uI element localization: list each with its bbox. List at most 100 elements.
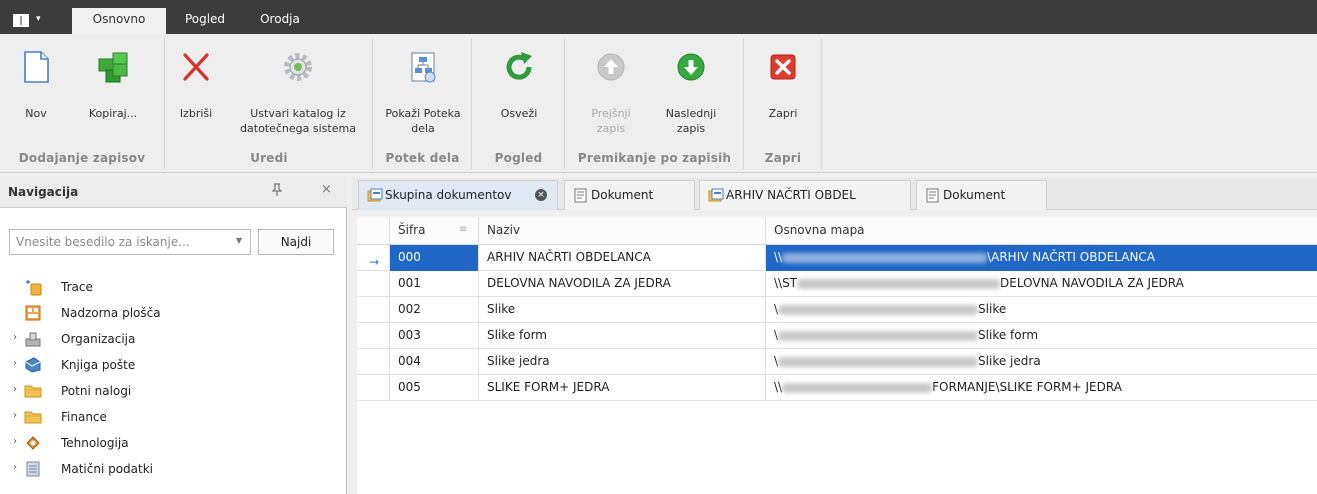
cell-naziv[interactable]: ARHIV NAČRTI OBDELANCA (479, 245, 766, 271)
nav-item-nadzorna-plosca[interactable]: Nadzorna plošča (0, 300, 340, 326)
cell-osnovna-mapa[interactable]: \ Slike jedra (766, 349, 1317, 375)
cell-sifra[interactable]: 004 (390, 349, 479, 375)
ribbon-group-zapri: Zapri Zapri (745, 38, 822, 169)
redacted-text (782, 382, 933, 393)
group-icon (708, 188, 724, 202)
nav-item-maticni-podatki[interactable]: › Matični podatki (0, 456, 340, 482)
row-indicator[interactable] (357, 323, 390, 349)
close-icon (770, 54, 796, 80)
group-label: Potek dela (385, 151, 460, 165)
gear-icon (284, 53, 312, 81)
column-header-sifra[interactable]: Šifra ≡ (390, 217, 479, 245)
document-tab-bar: Skupina dokumentov × Dokument ARHIV NAČR… (352, 178, 1317, 210)
copy-icon (98, 52, 128, 83)
redacted-text (778, 356, 979, 367)
tab-osnovno[interactable]: Osnovno (72, 8, 166, 34)
row-indicator[interactable] (357, 349, 390, 375)
search-input[interactable]: Vnesite besedilo za iskanje... ▼ (9, 229, 251, 255)
ribbon-group-dodajanje-zapisov: Nov Kopiraj... Dodajanje zapisov (0, 38, 165, 169)
row-indicator[interactable] (357, 297, 390, 323)
find-button[interactable]: Najdi (258, 229, 334, 255)
cell-naziv[interactable]: Slike jedra (479, 349, 766, 375)
column-header-osnovna-mapa[interactable]: Osnovna mapa (766, 217, 1317, 245)
cell-osnovna-mapa[interactable]: \\ \ARHIV NAČRTI OBDELANCA (766, 245, 1317, 271)
chevron-right-icon[interactable]: › (13, 462, 17, 473)
close-pane-icon[interactable]: × (321, 182, 332, 197)
cell-naziv[interactable]: Slike form (479, 323, 766, 349)
mail-book-icon (25, 357, 41, 373)
row-indicator[interactable] (357, 375, 390, 401)
nav-item-knjiga-poste[interactable]: › Knjiga pošte (0, 352, 340, 378)
doc-tab-arhiv-nacrti-obdel[interactable]: ARHIV NAČRTI OBDEL (699, 180, 911, 210)
doc-tab-skupina-dokumentov[interactable]: Skupina dokumentov × (358, 180, 558, 210)
table-row[interactable]: 003 Slike form \ Slike form (357, 323, 1317, 349)
cell-sifra[interactable]: 000 (390, 245, 479, 271)
table-row[interactable]: 005 SLIKE FORM+ JEDRA \\ FORMANJE\SLIKE FOR… (357, 375, 1317, 401)
cell-naziv[interactable]: Slike (479, 297, 766, 323)
chevron-right-icon[interactable]: › (13, 436, 17, 447)
column-header-naziv[interactable]: Naziv (479, 217, 766, 245)
cell-osnovna-mapa[interactable]: \ Slike (766, 297, 1317, 323)
chevron-right-icon[interactable]: › (13, 358, 17, 369)
path-suffix: Slike (978, 302, 1007, 316)
cell-naziv[interactable]: DELOVNA NAVODILA ZA JEDRA (479, 271, 766, 297)
ribbon: Nov Kopiraj... Dodajanje zapisov Izbriši (0, 34, 1317, 173)
ribbon-group-uredi: Izbriši Ustvari katalog iz datotečnega s… (166, 38, 373, 169)
group-icon (367, 188, 383, 202)
ribbon-tab-strip: ▾ Osnovno Pogled Orodja (0, 0, 1317, 34)
table-row[interactable]: 001 DELOVNA NAVODILA ZA JEDRA \\ST DELOVNA … (357, 271, 1317, 297)
cell-osnovna-mapa[interactable]: \ Slike form (766, 323, 1317, 349)
path-prefix: \\ (774, 250, 783, 264)
master-data-icon (26, 461, 40, 477)
redacted-text (778, 330, 979, 341)
cell-naziv[interactable]: SLIKE FORM+ JEDRA (479, 375, 766, 401)
sort-icon: ≡ (459, 224, 468, 235)
pin-icon[interactable] (271, 183, 283, 200)
cell-osnovna-mapa[interactable]: \\ST DELOVNA NAVODILA ZA JEDRA (766, 271, 1317, 297)
chevron-right-icon[interactable]: › (13, 410, 17, 421)
group-label: Zapri (764, 151, 802, 165)
application-menu-button[interactable]: ▾ (9, 9, 53, 31)
row-indicator[interactable]: → (357, 245, 390, 271)
chevron-right-icon[interactable]: › (13, 384, 17, 395)
grid-header: Šifra ≡ Naziv Osnovna mapa (357, 217, 1317, 245)
tab-pogled[interactable]: Pogled (178, 8, 232, 34)
table-row[interactable]: → 000 ARHIV NAČRTI OBDELANCA \\ \ARHIV NAČRT… (357, 245, 1317, 271)
arrow-up-icon (597, 53, 625, 81)
redacted-text (797, 278, 1001, 289)
cell-sifra[interactable]: 001 (390, 271, 479, 297)
table-row[interactable]: 004 Slike jedra \ Slike jedra (357, 349, 1317, 375)
document-icon (574, 188, 587, 203)
table-row[interactable]: 002 Slike \ Slike (357, 297, 1317, 323)
path-prefix: \\ (774, 380, 783, 394)
nav-item-trace[interactable]: Trace (0, 274, 340, 300)
group-label: Pogled (494, 151, 543, 165)
nav-item-finance[interactable]: › Finance (0, 404, 340, 430)
chevron-right-icon[interactable]: › (13, 332, 17, 343)
nav-item-tehnologija[interactable]: › Tehnologija (0, 430, 340, 456)
arrow-down-icon (677, 53, 705, 81)
close-tab-icon[interactable]: × (535, 189, 547, 201)
path-prefix: \\ST (774, 276, 798, 290)
chevron-down-icon[interactable]: ▼ (236, 236, 242, 245)
redacted-text (778, 304, 979, 315)
cell-osnovna-mapa[interactable]: \\ FORMANJE\SLIKE FORM+ JEDRA (766, 375, 1317, 401)
ribbon-group-pogled: Osveži Pogled (473, 38, 565, 169)
cell-sifra[interactable]: 002 (390, 297, 479, 323)
path-suffix: Slike form (978, 328, 1039, 342)
path-suffix: DELOVNA NAVODILA ZA JEDRA (1000, 276, 1184, 290)
records-grid: Šifra ≡ Naziv Osnovna mapa → 000 ARHIV NAČ… (357, 217, 1317, 494)
nav-item-organizacija[interactable]: › Organizacija (0, 326, 340, 352)
nav-item-potni-nalogi[interactable]: › Potni nalogi (0, 378, 340, 404)
doc-tab-dokument[interactable]: Dokument (564, 180, 695, 210)
tab-orodja[interactable]: Orodja (250, 8, 310, 34)
cell-sifra[interactable]: 005 (390, 375, 479, 401)
cell-sifra[interactable]: 003 (390, 323, 479, 349)
application-menu-icon (13, 14, 29, 27)
doc-tab-dokument[interactable]: Dokument (916, 180, 1047, 210)
trace-icon (26, 280, 42, 296)
dashboard-icon (25, 305, 41, 321)
redacted-text (782, 252, 988, 263)
row-indicator[interactable] (357, 271, 390, 297)
path-suffix: \ARHIV NAČRTI OBDELANCA (987, 250, 1156, 264)
